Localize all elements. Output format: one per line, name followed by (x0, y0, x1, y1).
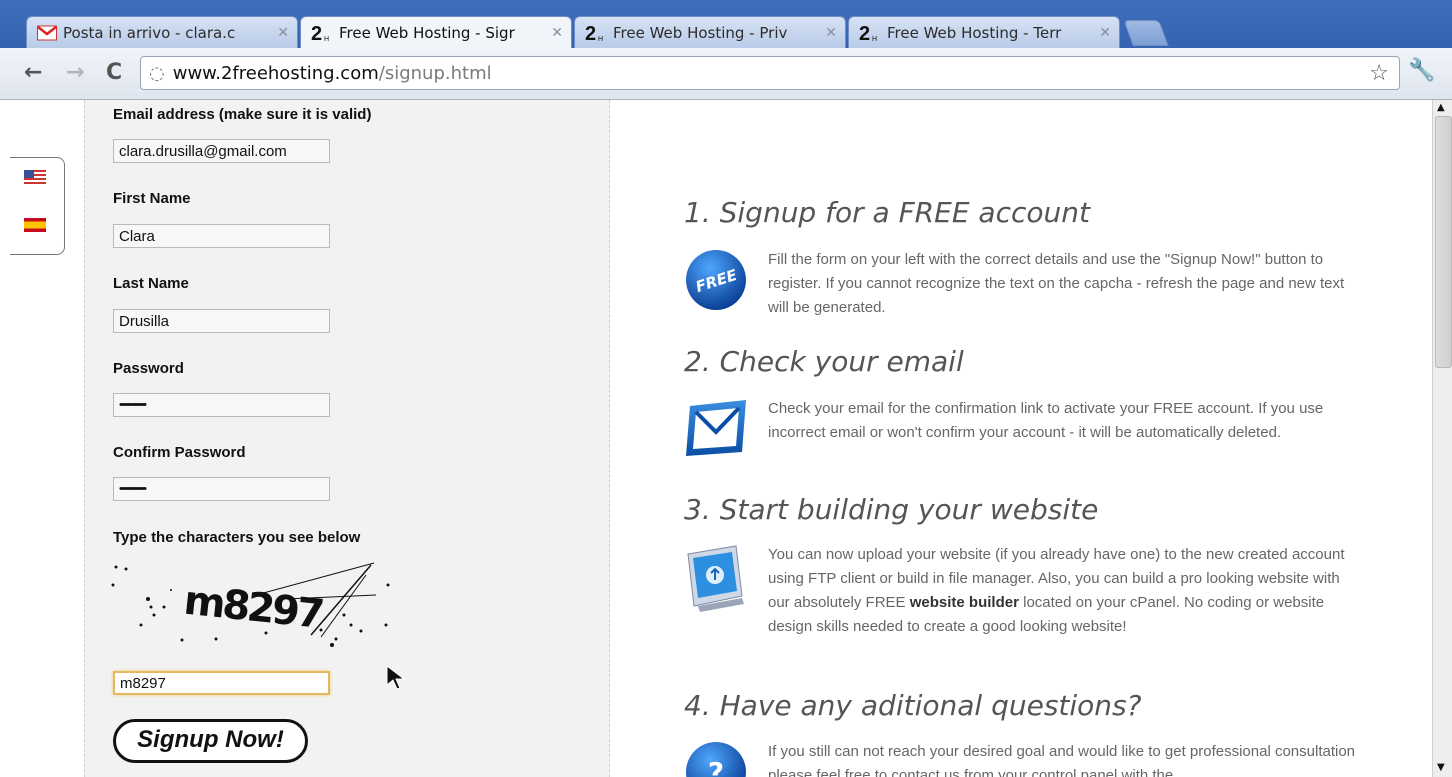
question-mark: ? (708, 756, 724, 777)
bookmark-star-icon[interactable]: ☆ (1369, 61, 1389, 86)
language-selector (10, 157, 65, 255)
first-name-field[interactable] (113, 224, 330, 248)
2freehosting-icon: 2H (585, 24, 607, 42)
forward-arrow-icon[interactable]: → (66, 58, 84, 88)
step1-text: Fill the form on your left with the corr… (768, 251, 1345, 316)
address-bar[interactable]: ◌ www.2freehosting.com/signup.html ☆ (140, 56, 1400, 90)
url-path: /signup.html (378, 62, 492, 84)
scroll-up-arrow-icon[interactable]: ▲ (1437, 102, 1445, 113)
last-name-label: Last Name (113, 275, 189, 292)
mouse-pointer-icon (386, 665, 406, 690)
scrollbar-thumb[interactable] (1435, 116, 1452, 368)
monitor-upload-icon (687, 545, 744, 612)
signup-now-button[interactable]: Signup Now! (113, 719, 308, 763)
globe-icon: ◌ (149, 62, 165, 84)
vertical-scrollbar[interactable]: ▲ ▼ (1432, 100, 1452, 777)
svg-text:2: 2 (859, 24, 870, 42)
spain-flag-icon[interactable] (24, 218, 46, 232)
password-label: Password (113, 360, 184, 377)
2freehosting-icon: 2H (311, 24, 333, 42)
tab-signup[interactable]: 2H Free Web Hosting - Sigr ✕ (300, 16, 572, 48)
gmail-icon (37, 25, 57, 41)
email-envelope-icon (686, 400, 746, 456)
svg-text:H: H (324, 36, 329, 42)
email-field[interactable] (113, 139, 330, 163)
us-flag-icon[interactable] (24, 170, 46, 184)
browser-toolbar: ← → C ◌ www.2freehosting.com/signup.html… (0, 48, 1452, 100)
back-arrow-icon[interactable]: ← (24, 58, 42, 88)
svg-text:2: 2 (585, 24, 596, 42)
wrench-menu-icon[interactable]: 🔧 (1408, 58, 1435, 83)
tab-title: Free Web Hosting - Priv (613, 23, 788, 42)
step3-text: You can now upload your website (if you … (768, 543, 1358, 639)
2freehosting-icon: 2H (859, 24, 881, 42)
step2-text: Check your email for the confirmation li… (768, 400, 1324, 441)
email-label: Email address (make sure it is valid) (113, 106, 372, 123)
free-badge-icon: FREE (686, 250, 746, 310)
step4-text: If you still can not reach your desired … (768, 743, 1356, 777)
tab-close-icon[interactable]: ✕ (551, 25, 563, 41)
svg-text:2: 2 (311, 24, 322, 42)
tab-close-icon[interactable]: ✕ (825, 25, 837, 41)
scroll-down-arrow-icon[interactable]: ▼ (1437, 762, 1445, 773)
step2-heading: 2. Check your email (684, 345, 964, 378)
confirm-password-label: Confirm Password (113, 444, 246, 461)
tab-close-icon[interactable]: ✕ (277, 25, 289, 41)
tab-gmail-inbox[interactable]: Posta in arrivo - clara.c ✕ (26, 16, 298, 48)
reload-icon[interactable]: C (106, 58, 122, 88)
first-name-label: First Name (113, 190, 191, 207)
step1-heading: 1. Signup for a FREE account (684, 196, 1090, 229)
website-builder-link[interactable]: website builder (910, 594, 1019, 611)
new-tab-button[interactable] (1123, 20, 1169, 46)
captcha-field[interactable] (113, 671, 330, 695)
confirm-password-field[interactable] (113, 477, 330, 501)
tab-title: Free Web Hosting - Sigr (339, 23, 515, 42)
svg-text:H: H (598, 36, 603, 42)
step3-heading: 3. Start building your website (684, 493, 1099, 526)
step4-heading: 4. Have any aditional questions? (684, 689, 1142, 722)
svg-text:H: H (872, 36, 877, 42)
question-badge-icon: ? (686, 742, 746, 777)
url-host: www.2freehosting.com (172, 62, 379, 84)
tab-title: Free Web Hosting - Terr (887, 23, 1062, 42)
captcha-label: Type the characters you see below (113, 529, 361, 546)
tab-close-icon[interactable]: ✕ (1099, 25, 1111, 41)
last-name-field[interactable] (113, 309, 330, 333)
captcha-text: m8297 (182, 578, 324, 638)
tab-title: Posta in arrivo - clara.c (63, 23, 236, 42)
tab-terms[interactable]: 2H Free Web Hosting - Terr ✕ (848, 16, 1120, 48)
captcha-image: m8297 (111, 562, 390, 647)
browser-tabstrip: Posta in arrivo - clara.c ✕ 2H Free Web … (0, 0, 1452, 48)
tab-privacy[interactable]: 2H Free Web Hosting - Priv ✕ (574, 16, 846, 48)
page-content: Email address (make sure it is valid) Fi… (0, 100, 1432, 777)
password-field[interactable] (113, 393, 330, 417)
